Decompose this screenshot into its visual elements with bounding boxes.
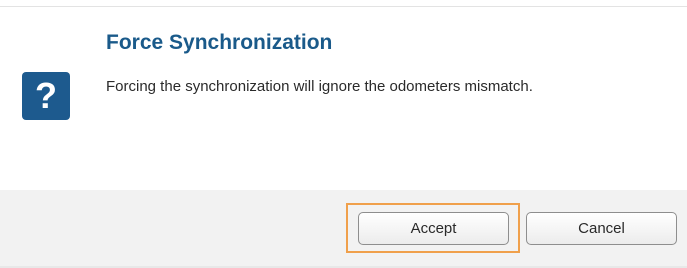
question-mark-glyph: ?	[35, 75, 57, 116]
cancel-button[interactable]: Cancel	[526, 212, 677, 245]
dialog-message: Forcing the synchronization will ignore …	[106, 78, 533, 95]
accept-button[interactable]: Accept	[358, 212, 509, 245]
force-sync-dialog: Force Synchronization ? Forcing the sync…	[0, 0, 687, 268]
dialog-body	[0, 7, 687, 190]
question-icon: ?	[22, 72, 70, 120]
dialog-title: Force Synchronization	[106, 31, 333, 54]
